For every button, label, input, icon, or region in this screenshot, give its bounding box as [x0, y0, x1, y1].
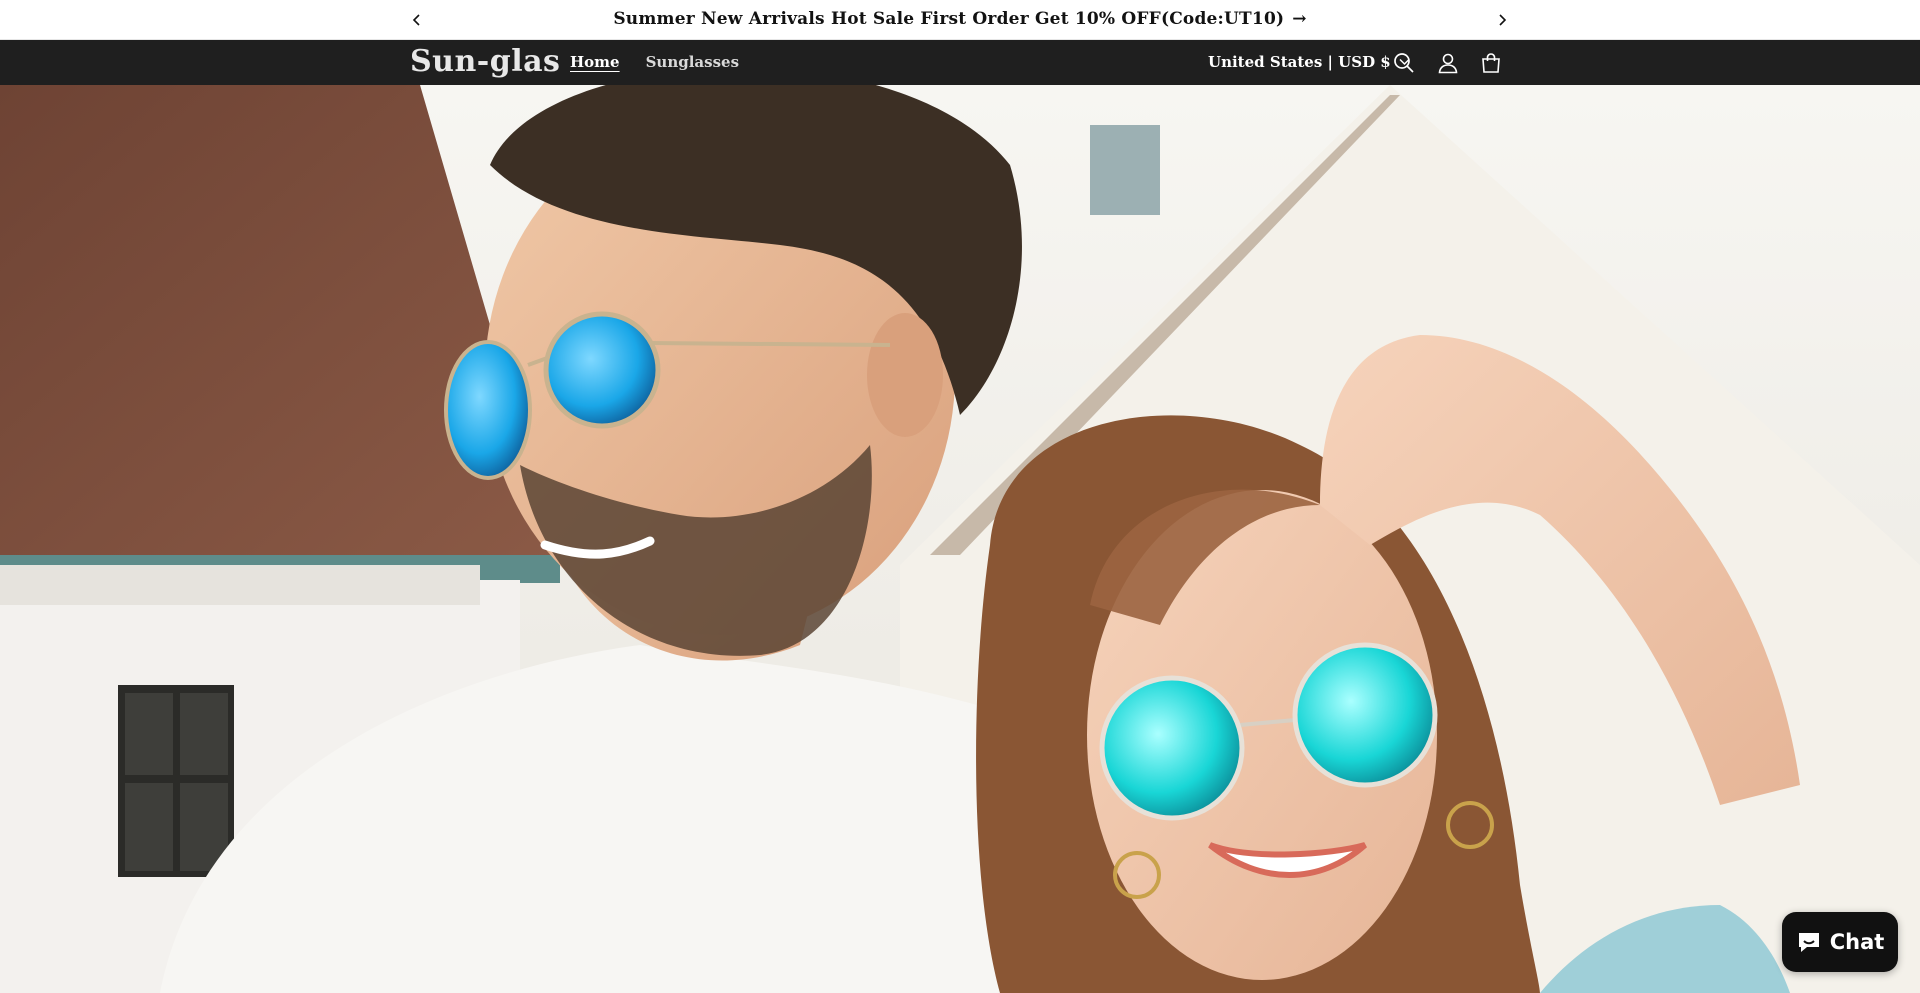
locale-selector[interactable]: United States | USD $	[1208, 53, 1410, 71]
announcement-message-link[interactable]: Summer New Arrivals Hot Sale First Order…	[0, 9, 1920, 29]
chat-button[interactable]: Chat	[1782, 912, 1898, 972]
hero-photo	[0, 85, 1920, 993]
announcement-next-button[interactable]	[1490, 8, 1514, 32]
chat-label: Chat	[1829, 930, 1885, 954]
main-nav: Home Sunglasses	[570, 53, 739, 71]
account-button[interactable]	[1434, 49, 1462, 77]
announcement-bar: Summer New Arrivals Hot Sale First Order…	[0, 0, 1920, 40]
chat-bubble-icon	[1798, 933, 1819, 952]
chevron-right-icon	[1499, 14, 1507, 26]
hero-banner[interactable]	[0, 85, 1920, 993]
arrow-right-icon: →	[1292, 9, 1307, 29]
locale-label: United States | USD $	[1208, 53, 1391, 71]
nav-item-sunglasses[interactable]: Sunglasses	[646, 53, 739, 71]
nav-item-home[interactable]: Home	[570, 53, 620, 71]
search-button[interactable]	[1390, 49, 1418, 77]
search-icon	[1394, 53, 1414, 73]
cart-icon	[1482, 53, 1500, 73]
announcement-text: Summer New Arrivals Hot Sale First Order…	[613, 9, 1285, 29]
cart-button[interactable]	[1477, 49, 1505, 77]
site-header: Sun-glas Home Sunglasses United States |…	[0, 40, 1920, 85]
account-icon	[1438, 53, 1458, 74]
site-logo[interactable]: Sun-glas	[410, 44, 560, 79]
